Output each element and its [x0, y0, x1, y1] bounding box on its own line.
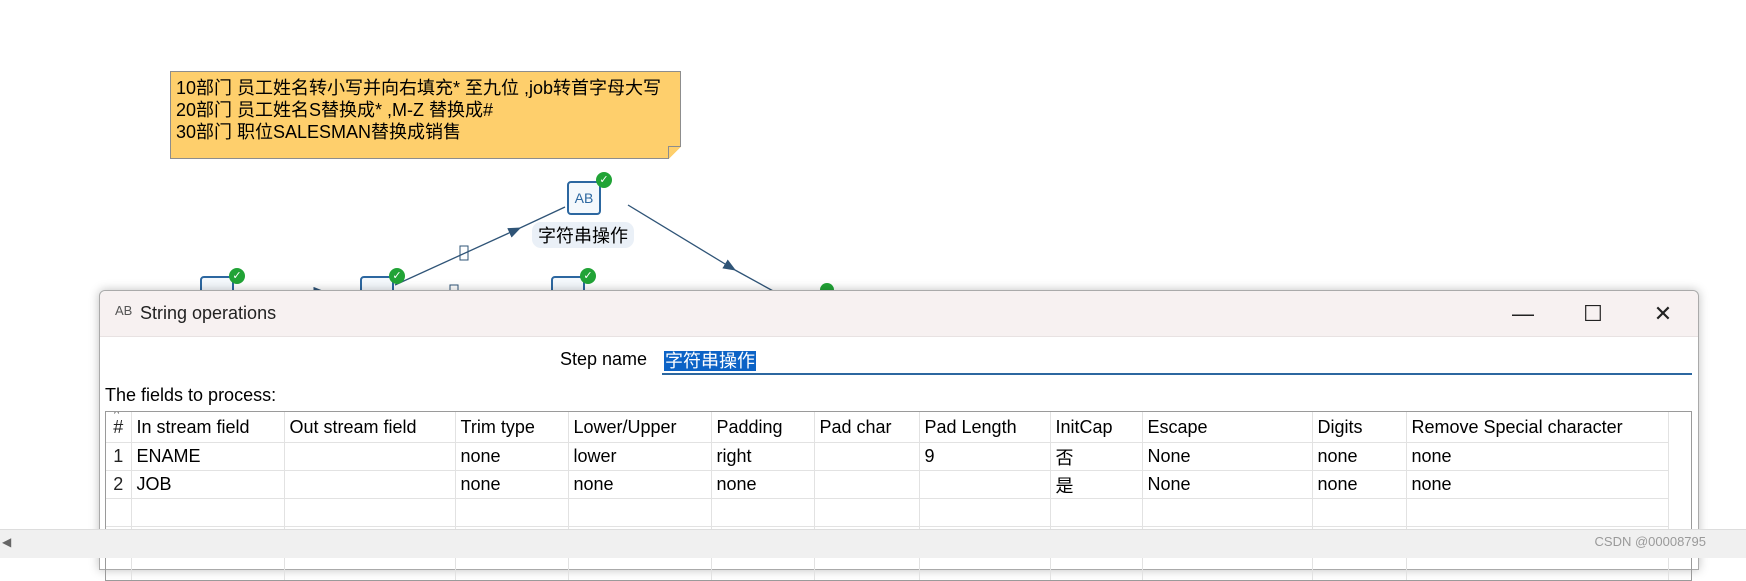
cell-initcap[interactable]: 否 [1050, 443, 1142, 471]
column-header-padding[interactable]: Padding [711, 412, 814, 443]
table-row-empty[interactable] [106, 555, 1668, 581]
hop-line-from-string-ops [628, 205, 735, 270]
step-name-value: 字符串操作 [664, 351, 756, 371]
cell-escape[interactable]: None [1142, 443, 1312, 471]
column-header-escape[interactable]: Escape [1142, 412, 1312, 443]
cell-padding[interactable]: none [711, 471, 814, 499]
fields-to-process-label: The fields to process: [105, 385, 276, 406]
string-operations-step-label[interactable]: 字符串操作 [532, 222, 634, 248]
column-header-index[interactable]: ^# [106, 412, 131, 443]
step-name-label: Step name [560, 349, 647, 370]
cell-digits[interactable]: none [1312, 471, 1406, 499]
cell-out-stream-field[interactable] [284, 471, 455, 499]
cell-pad-length[interactable]: 9 [919, 443, 1050, 471]
dialog-title: String operations [140, 303, 276, 324]
table-row-empty[interactable] [106, 499, 1668, 527]
minimize-button[interactable]: — [1488, 291, 1558, 336]
cell-digits[interactable]: none [1312, 443, 1406, 471]
dialog-titlebar[interactable]: AB String operations — ☐ ✕ [100, 291, 1698, 337]
cell-pad-char[interactable] [814, 443, 919, 471]
cell-trim-type[interactable]: none [455, 443, 568, 471]
cell-initcap[interactable]: 是 [1050, 471, 1142, 499]
column-header-in-stream-field[interactable]: In stream field [131, 412, 284, 443]
table-header-row: ^# In stream field Out stream field Trim… [106, 412, 1668, 443]
row-number: 1 [106, 443, 131, 471]
cell-lower-upper[interactable]: lower [568, 443, 711, 471]
step-name-row: Step name 字符串操作 [100, 347, 1698, 377]
canvas-horizontal-scrollbar[interactable]: ◀ [0, 529, 1746, 558]
filter-step-check-icon: ✓ [389, 268, 405, 284]
table-row[interactable]: 1 ENAME none lower right 9 否 None none n… [106, 443, 1668, 471]
string-operations-dialog: AB String operations — ☐ ✕ Step name 字符串… [99, 290, 1699, 570]
column-header-initcap[interactable]: InitCap [1050, 412, 1142, 443]
column-header-pad-length[interactable]: Pad Length [919, 412, 1050, 443]
cell-in-stream-field[interactable]: JOB [131, 471, 284, 499]
cell-lower-upper[interactable]: none [568, 471, 711, 499]
hop-line-to-string-ops [395, 228, 520, 285]
string-operations-icon: AB [115, 303, 132, 318]
row-number: 2 [106, 471, 131, 499]
cell-padding[interactable]: right [711, 443, 814, 471]
cell-remove-special-character[interactable]: none [1406, 471, 1668, 499]
sort-icon: ^ [114, 412, 119, 420]
scroll-left-arrow-icon[interactable]: ◀ [2, 535, 11, 549]
maximize-button[interactable]: ☐ [1558, 291, 1628, 336]
cell-trim-type[interactable]: none [455, 471, 568, 499]
cell-pad-char[interactable] [814, 471, 919, 499]
string-operations-step-icon[interactable]: AB [567, 181, 601, 215]
cell-in-stream-field[interactable]: ENAME [131, 443, 284, 471]
step-icon-text: AB [575, 190, 594, 206]
column-header-lower-upper[interactable]: Lower/Upper [568, 412, 711, 443]
column-header-remove-special-character[interactable]: Remove Special character [1406, 412, 1668, 443]
column-header-trim-type[interactable]: Trim type [455, 412, 568, 443]
column-header-digits[interactable]: Digits [1312, 412, 1406, 443]
text-step-check-icon: ✓ [580, 268, 596, 284]
column-header-out-stream-field[interactable]: Out stream field [284, 412, 455, 443]
cell-remove-special-character[interactable]: none [1406, 443, 1668, 471]
cell-out-stream-field[interactable] [284, 443, 455, 471]
cell-escape[interactable]: None [1142, 471, 1312, 499]
step-name-field[interactable]: 字符串操作 [662, 347, 1692, 375]
input-step-check-icon: ✓ [229, 268, 245, 284]
step-ok-check-icon: ✓ [596, 172, 612, 188]
close-button[interactable]: ✕ [1628, 291, 1698, 336]
cell-pad-length[interactable] [919, 471, 1050, 499]
table-row[interactable]: 2 JOB none none none 是 None none none [106, 471, 1668, 499]
column-header-pad-char[interactable]: Pad char [814, 412, 919, 443]
hop-line-from-string-ops-end [735, 270, 775, 292]
watermark: CSDN @00008795 [1595, 534, 1706, 549]
